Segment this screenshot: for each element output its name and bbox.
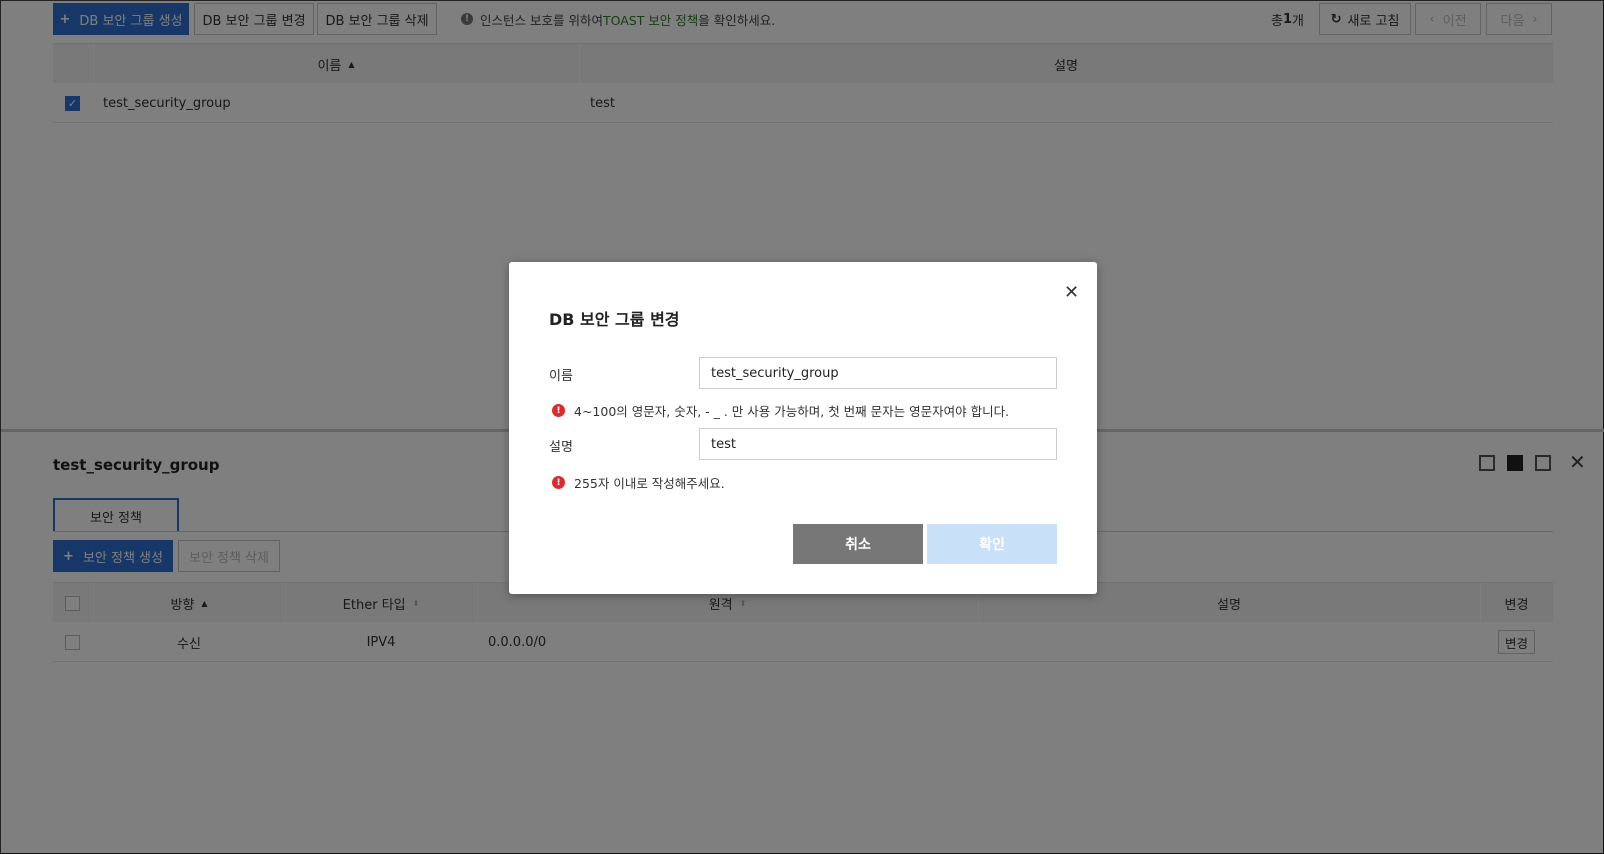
confirm-button[interactable]: 확인 (927, 524, 1057, 564)
error-icon: ! (552, 476, 565, 489)
name-label: 이름 (549, 369, 573, 384)
modify-security-group-dialog: ✕ DB 보안 그룹 변경 이름 ! 4~100의 영문자, 숫자, - _ .… (509, 262, 1097, 594)
description-input[interactable] (699, 428, 1057, 460)
name-validation-message: ! 4~100의 영문자, 숫자, - _ . 만 사용 가능하며, 첫 번째 … (552, 401, 1009, 420)
close-icon[interactable]: ✕ (1064, 282, 1079, 303)
name-input[interactable] (699, 357, 1057, 389)
dialog-title: DB 보안 그룹 변경 (549, 310, 680, 329)
description-validation-message: ! 255자 이내로 작성해주세요. (552, 473, 725, 492)
description-label: 설명 (549, 440, 573, 455)
cancel-button[interactable]: 취소 (793, 524, 923, 564)
error-icon: ! (552, 404, 565, 417)
